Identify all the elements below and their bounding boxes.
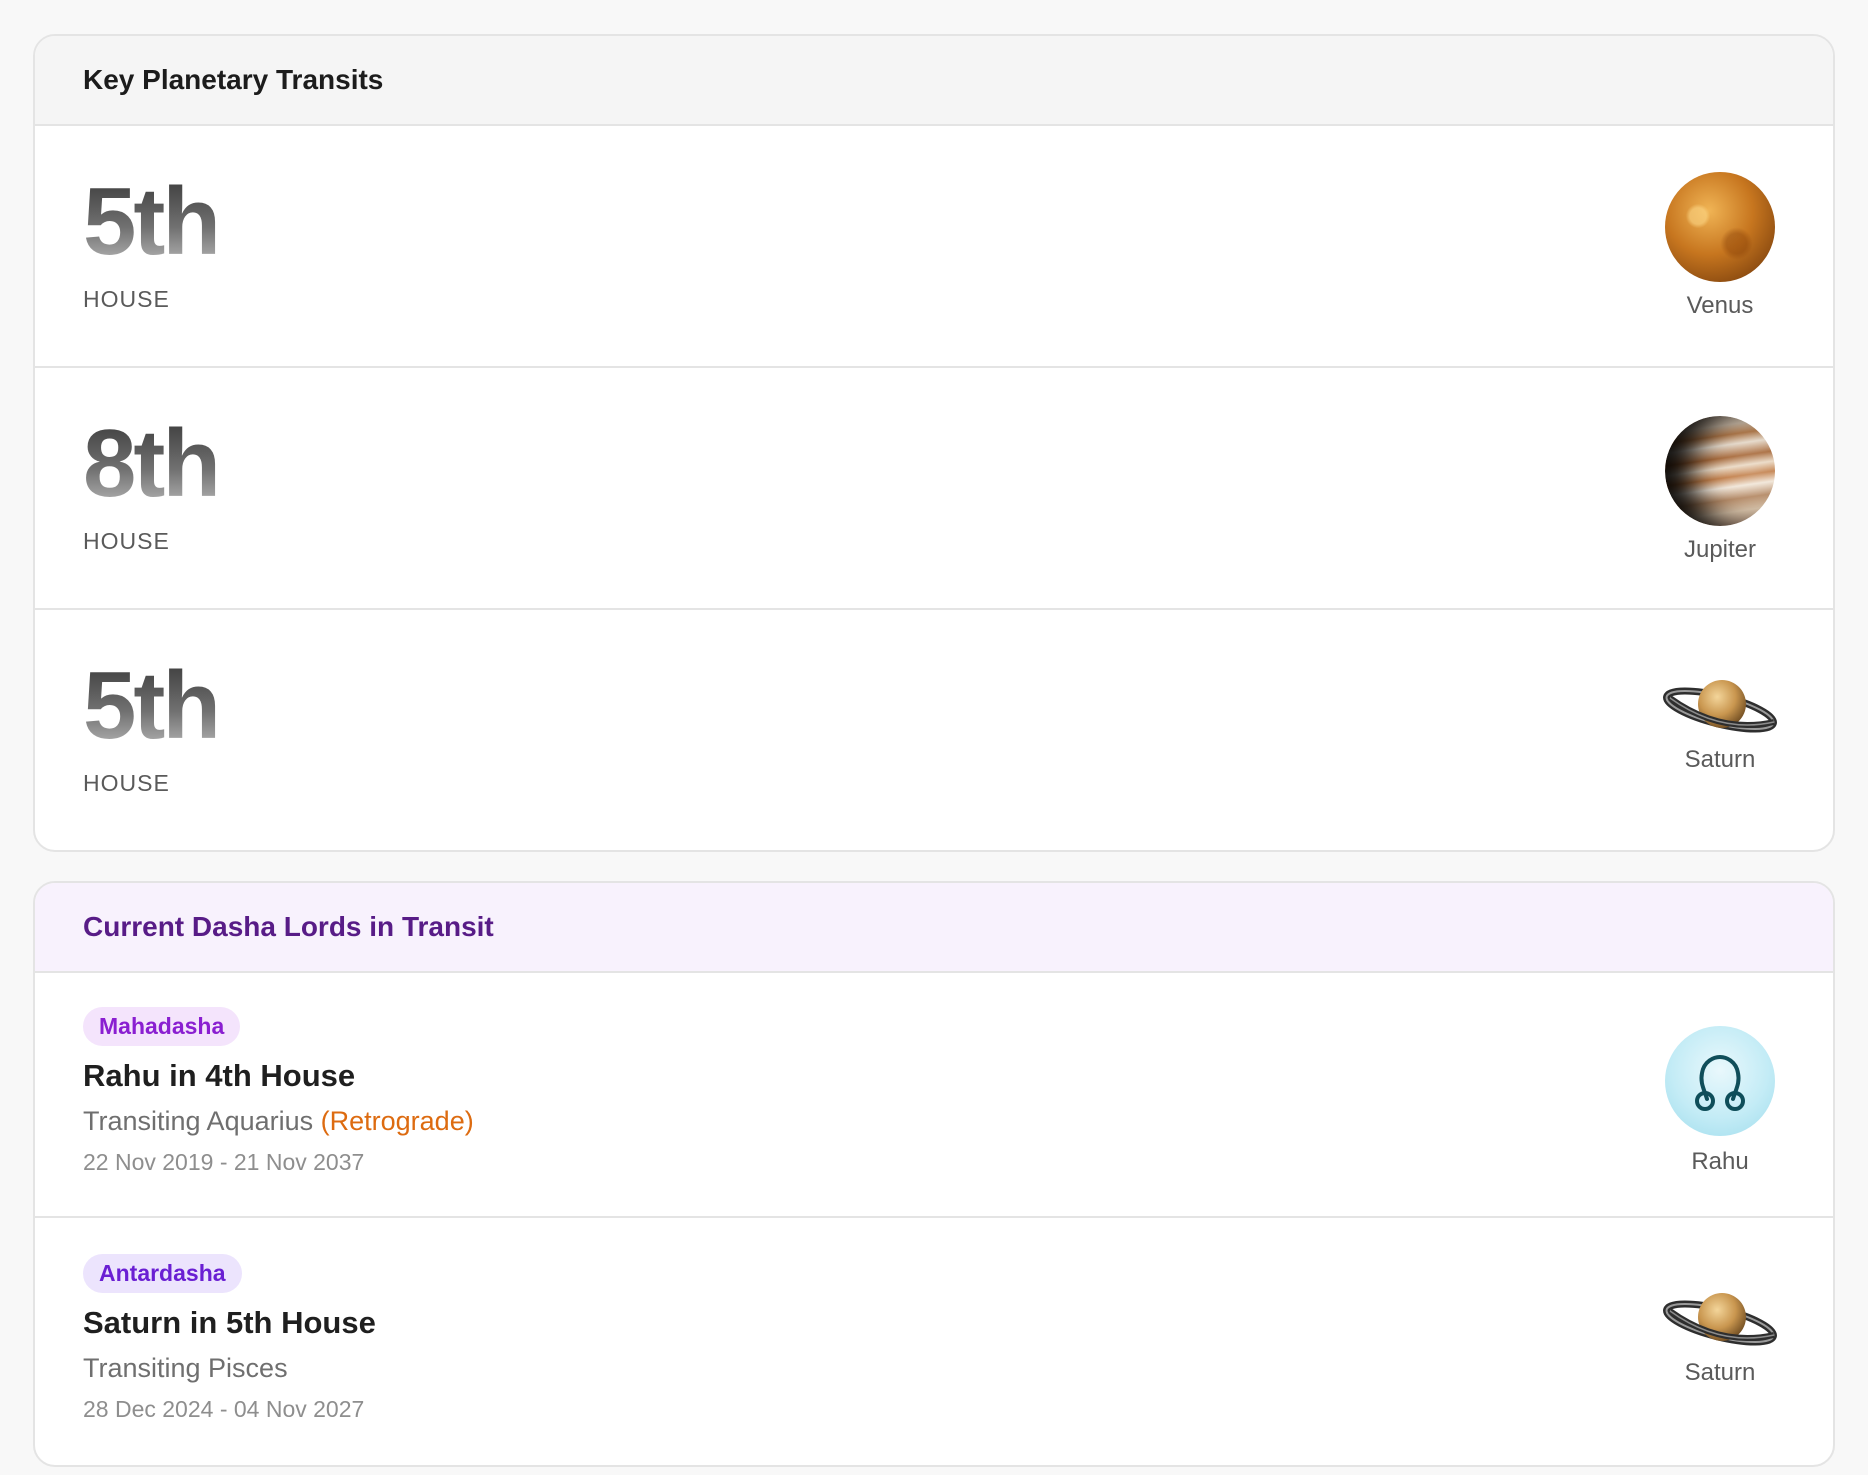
transit-row-venus[interactable]: 5th HOUSE Venus — [35, 126, 1833, 368]
planet-name: Venus — [1686, 292, 1754, 319]
dasha-row-antardasha[interactable]: Antardasha Saturn in 5th House Transitin… — [35, 1218, 1833, 1465]
jupiter-icon — [1665, 416, 1775, 526]
rahu-symbol-icon — [1695, 1054, 1745, 1111]
dasha-lords-card: Current Dasha Lords in Transit Mahadasha… — [33, 881, 1835, 1467]
dasha-sign: Transiting Aquarius (Retrograde) — [83, 1106, 474, 1137]
house-number: 5th — [83, 167, 221, 275]
retrograde-label: (Retrograde) — [320, 1106, 474, 1136]
planet-jupiter: Jupiter — [1655, 416, 1785, 564]
planet-saturn: Saturn — [1655, 676, 1785, 774]
key-transits-title: Key Planetary Transits — [83, 64, 384, 95]
dasha-title: Saturn in 5th House — [83, 1305, 376, 1340]
dasha-row-mahadasha[interactable]: Mahadasha Rahu in 4th House Transiting A… — [35, 973, 1833, 1218]
house-number: 5th — [83, 651, 221, 759]
dasha-period: 22 Nov 2019 - 21 Nov 2037 — [83, 1149, 365, 1175]
house-block: 8th HOUSE — [83, 409, 221, 555]
house-label: HOUSE — [83, 769, 170, 796]
dasha-info: Mahadasha Rahu in 4th House Transiting A… — [83, 1007, 474, 1176]
planet-rahu: Rahu — [1655, 1025, 1785, 1176]
dasha-period: 28 Dec 2024 - 04 Nov 2027 — [83, 1396, 365, 1422]
planet-venus: Venus — [1655, 172, 1785, 320]
planet-name: Saturn — [1684, 746, 1756, 773]
dasha-sign: Transiting Pisces — [83, 1353, 288, 1383]
transit-row-saturn[interactable]: 5th HOUSE Saturn — [35, 610, 1833, 850]
planet-name: Rahu — [1691, 1147, 1749, 1175]
rahu-icon — [1665, 1025, 1775, 1136]
dasha-lords-header: Current Dasha Lords in Transit — [35, 883, 1833, 973]
venus-icon — [1665, 172, 1775, 282]
planet-saturn: Saturn — [1655, 1289, 1785, 1387]
house-number: 8th — [83, 409, 221, 517]
sign-text: Transiting Aquarius — [83, 1106, 314, 1136]
dasha-lords-title: Current Dasha Lords in Transit — [83, 911, 494, 942]
key-transits-card: Key Planetary Transits 5th HOUSE Venus 8… — [33, 34, 1835, 852]
transit-row-jupiter[interactable]: 8th HOUSE Jupiter — [35, 368, 1833, 610]
house-label: HOUSE — [83, 285, 170, 312]
house-block: 5th HOUSE — [83, 167, 221, 313]
saturn-icon — [1663, 680, 1777, 733]
house-label: HOUSE — [83, 527, 170, 554]
page: Key Planetary Transits 5th HOUSE Venus 8… — [0, 0, 1868, 1475]
dasha-title: Rahu in 4th House — [83, 1058, 356, 1093]
house-block: 5th HOUSE — [83, 651, 221, 797]
mahadasha-badge: Mahadasha — [83, 1007, 241, 1046]
planet-name: Saturn — [1684, 1358, 1756, 1386]
key-transits-header: Key Planetary Transits — [35, 36, 1833, 126]
planet-name: Jupiter — [1683, 536, 1757, 563]
dasha-info: Antardasha Saturn in 5th House Transitin… — [83, 1254, 376, 1423]
antardasha-badge: Antardasha — [83, 1254, 242, 1293]
saturn-icon — [1663, 1292, 1777, 1346]
